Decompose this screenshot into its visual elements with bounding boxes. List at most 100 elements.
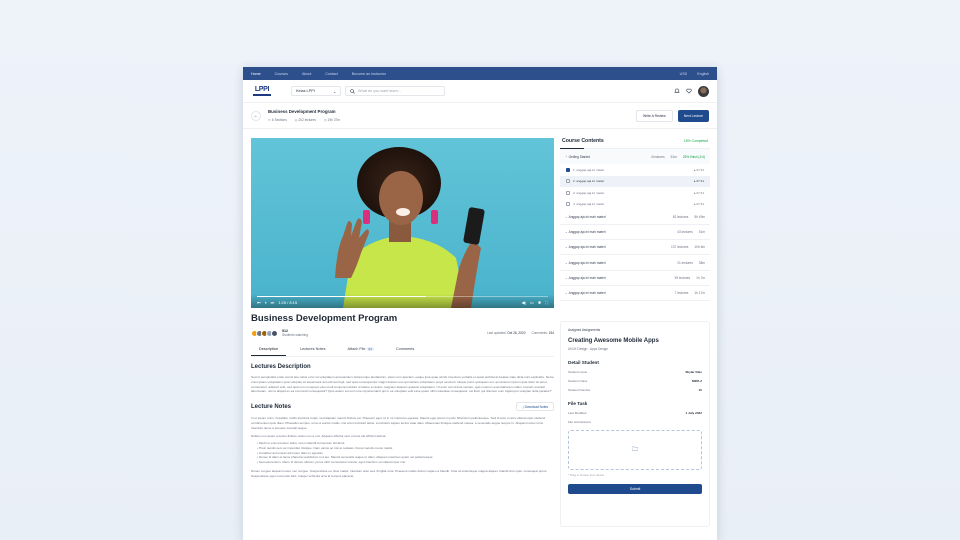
section-row[interactable]: ⌄ Anggap aja ini mah materi 137 lectures 1… [560,240,710,256]
nav-home[interactable]: Home [251,72,261,76]
section-list: ⌄ Anggap aja ini mah materi 52 lectures 5h… [560,209,710,302]
course-duration-text: 19h 37m [327,118,340,122]
course-header: ← Business Development Program ▭ 6 Secti… [243,103,717,129]
lecture-checkbox[interactable] [566,190,570,195]
section-row[interactable]: ⌄ Anggap aja ini mah materi 43 lectures 51… [560,225,710,241]
lecture-item[interactable]: 3. anggap aja ini materi ▸ 07:31 [560,187,710,198]
skip-forward-icon[interactable]: ⏭ [271,300,275,305]
file-submissions-label: File submissions [568,420,591,424]
tab-attach-file-label: Attach File [347,347,366,351]
lecture-time-text: 07:31 [696,190,704,195]
back-arrow-icon[interactable]: ← [251,110,261,121]
site-logo[interactable]: LPPI [251,84,273,98]
lecture-info: Business Development Program 512 Student… [251,313,554,479]
video-frame [335,147,485,308]
section-name: Anggap aja ini mah materi [568,275,606,280]
assignment-subtitle: UI/UX Design · Apps Design [568,347,609,351]
completion-status: 15% Completed [683,139,708,143]
heart-icon[interactable] [686,88,692,94]
assignment-card: Assigned Assignments Creating Awesome Mo… [560,321,710,527]
section-duration: 51m [698,229,705,234]
section-duration: 1h 7m [696,275,705,280]
section-lectures: 137 lectures [670,245,689,250]
student-class-value: MIPA 2 [692,379,702,383]
section-lectures: 7 lectures [674,291,689,296]
user-avatar[interactable] [698,85,709,97]
lectures-count-text: 202 lectures [298,118,316,122]
course-contents-title: Course Contents [562,138,604,144]
video-player[interactable]: ⏮ ⏸ ⏭ 1:25 / 8:15 ◀) ▭ ✱ ⛶ [251,138,554,308]
lecture-checkbox[interactable] [566,167,570,172]
category-dropdown[interactable]: Kelas LPPI ⌄ [291,86,341,96]
description-title: Lectures Description [251,364,311,370]
captions-icon[interactable]: ▭ [530,300,534,305]
download-notes-button[interactable]: ⤓ Download Notes [516,402,554,412]
student-avatars [251,329,278,337]
seek-bar[interactable] [257,296,548,297]
chevron-down-icon: ⌄ [332,89,336,94]
lecture-time: ▸ 07:31 [694,202,704,206]
detail-student-title: Detail Student [568,360,599,365]
lecture-label: 3. anggap aja ini materi [573,190,605,195]
section-duration: 38m [698,260,705,265]
app-window: Home Courses About Contact Become an Ins… [243,67,717,540]
search-input[interactable]: What do you want learn... [358,89,401,93]
skip-back-icon[interactable]: ⏮ [257,300,261,305]
lecture-label: 2. anggap aja ini materi [573,179,605,184]
language-select[interactable]: English [697,72,709,76]
settings-gear-icon[interactable]: ✱ [538,300,541,305]
nav-contact[interactable]: Contact [325,72,337,76]
next-lecture-button[interactable]: Next Lecture [677,109,709,122]
student-name-row: Student name Skylar Dias [568,370,702,374]
section-row[interactable]: ⌄ Anggap aja ini mah materi 39 lectures 1h… [560,271,710,286]
section-lectures: 43 lectures [677,229,693,234]
course-title: Business Development Program [268,109,336,114]
write-review-button[interactable]: Write A Review [636,109,673,122]
submit-button[interactable]: Submit [568,484,702,494]
lecture-item[interactable]: 2. anggap aja ini materi ▸ 07:31 [560,175,710,187]
tab-lectures-notes[interactable]: Lectures Notes [292,344,334,356]
lecture-checkbox[interactable] [566,201,570,206]
currency-select[interactable]: USD [680,72,688,76]
nav-about[interactable]: About [302,72,311,76]
seek-bar-fill [257,296,426,297]
bullet-text: Curabitur accumsan elit lorem diam in eg… [258,450,324,455]
nav-become-instructor[interactable]: Become an Instructor [352,72,386,76]
lecture-item[interactable]: 1. anggap aja ini materi ▸ 07:31 [560,164,710,175]
search-box[interactable]: What do you want learn... [345,86,445,96]
pause-icon[interactable]: ⏸ [265,300,267,305]
folder-icon: ▭ [268,118,272,122]
last-modified-value: 1 July 2022 [685,411,702,415]
lecture-title: Business Development Program [251,313,398,324]
file-upload-dropzone[interactable]: 🗀 [568,430,702,470]
description-text: Sed ut perspiciatis unde omnis iste natu… [251,375,555,394]
course-contents: Course Contents 15% Completed ⌃ Getting … [560,138,710,302]
comments-count: Comments: 154 [531,331,554,335]
fullscreen-icon[interactable]: ⛶ [545,300,548,305]
volume-icon[interactable]: ◀) [522,300,526,305]
section-duration: 5h 49m [694,214,705,219]
lecture-item[interactable]: 4. anggap aja ini materi ▸ 07:31 [560,198,710,209]
section-row[interactable]: ⌄ Anggap aja ini mah materi 21 lectures 38… [560,255,710,271]
nav-courses[interactable]: Courses [275,72,288,76]
tab-attach-file[interactable]: Attach File 01 [340,344,382,356]
comments-value: 154 [548,331,554,335]
player-time: 1:25 / 8:15 [278,300,298,305]
tab-comments[interactable]: Comments [388,344,422,356]
section-getting-started[interactable]: ⌃ Getting Started 4 lectures 51m 25% fin… [560,149,710,165]
student-class-row: Student Class MIPA 2 [568,379,702,383]
tab-description[interactable]: Description [251,344,286,356]
bullet-text: Proin iaculis sem ac imperdiet tristique… [258,445,394,450]
students-label: Students watching [282,333,309,337]
section-name: Anggap aja ini mah materi [568,214,606,219]
student-number-value: 10 [698,388,702,392]
section-row[interactable]: ⌄ Anggap aja ini mah materi 7 lectures 1h … [560,286,710,302]
upload-hint: * Drag or browse from device [568,473,605,477]
lecture-label: 1. anggap aja ini materi [573,167,605,172]
lecture-checkbox[interactable] [566,179,570,184]
lectures-count: ◎ 202 lectures [295,118,316,122]
section-row[interactable]: ⌄ Anggap aja ini mah materi 52 lectures 5h… [560,209,710,225]
course-duration: ◷ 19h 37m [324,118,340,122]
bell-icon[interactable] [674,88,680,94]
assignment-label: Assigned Assignments [568,328,601,332]
